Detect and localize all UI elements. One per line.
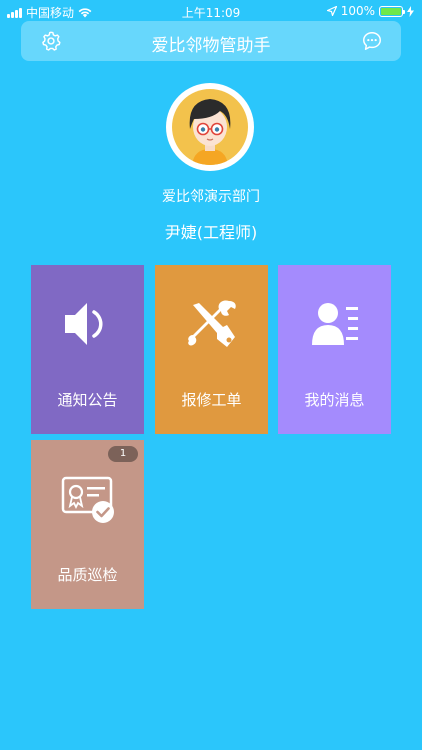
- avatar-image: [172, 89, 248, 165]
- tile-quality-inspection[interactable]: 1 品质巡检: [31, 440, 144, 609]
- tile-repair-order[interactable]: 报修工单: [155, 265, 268, 434]
- wrench-screwdriver-icon: [188, 300, 236, 347]
- certificate-check-icon: [61, 476, 114, 523]
- tile-my-messages[interactable]: 我的消息: [278, 265, 391, 434]
- message-bubble-icon[interactable]: [361, 30, 383, 52]
- notification-badge: 1: [108, 446, 138, 462]
- battery-icon: [379, 5, 405, 17]
- department-label: 爱比邻演示部门: [162, 189, 260, 205]
- battery-percent: 100%: [340, 4, 375, 18]
- user-avatar-illustration: [189, 99, 231, 165]
- status-bar: 中国移动 上午11:09 100%: [0, 0, 422, 22]
- header-bar: 爱比邻物管助手: [21, 21, 401, 61]
- tile-my-messages-label: 我的消息: [304, 391, 365, 409]
- user-name: 尹婕(工程师): [164, 223, 258, 242]
- tile-repair-order-label: 报修工单: [181, 391, 242, 409]
- tile-quality-inspection-label: 品质巡检: [57, 566, 118, 584]
- tile-notice[interactable]: 通知公告: [31, 265, 144, 434]
- location-arrow-icon: [326, 6, 337, 16]
- status-right: 100%: [326, 4, 414, 18]
- contact-card-icon: [312, 303, 358, 345]
- avatar[interactable]: [166, 83, 254, 171]
- app-title: 爱比邻物管助手: [151, 36, 271, 56]
- charging-bolt-icon: [407, 5, 414, 17]
- tile-notice-label: 通知公告: [57, 391, 118, 409]
- speaker-icon: [65, 303, 103, 345]
